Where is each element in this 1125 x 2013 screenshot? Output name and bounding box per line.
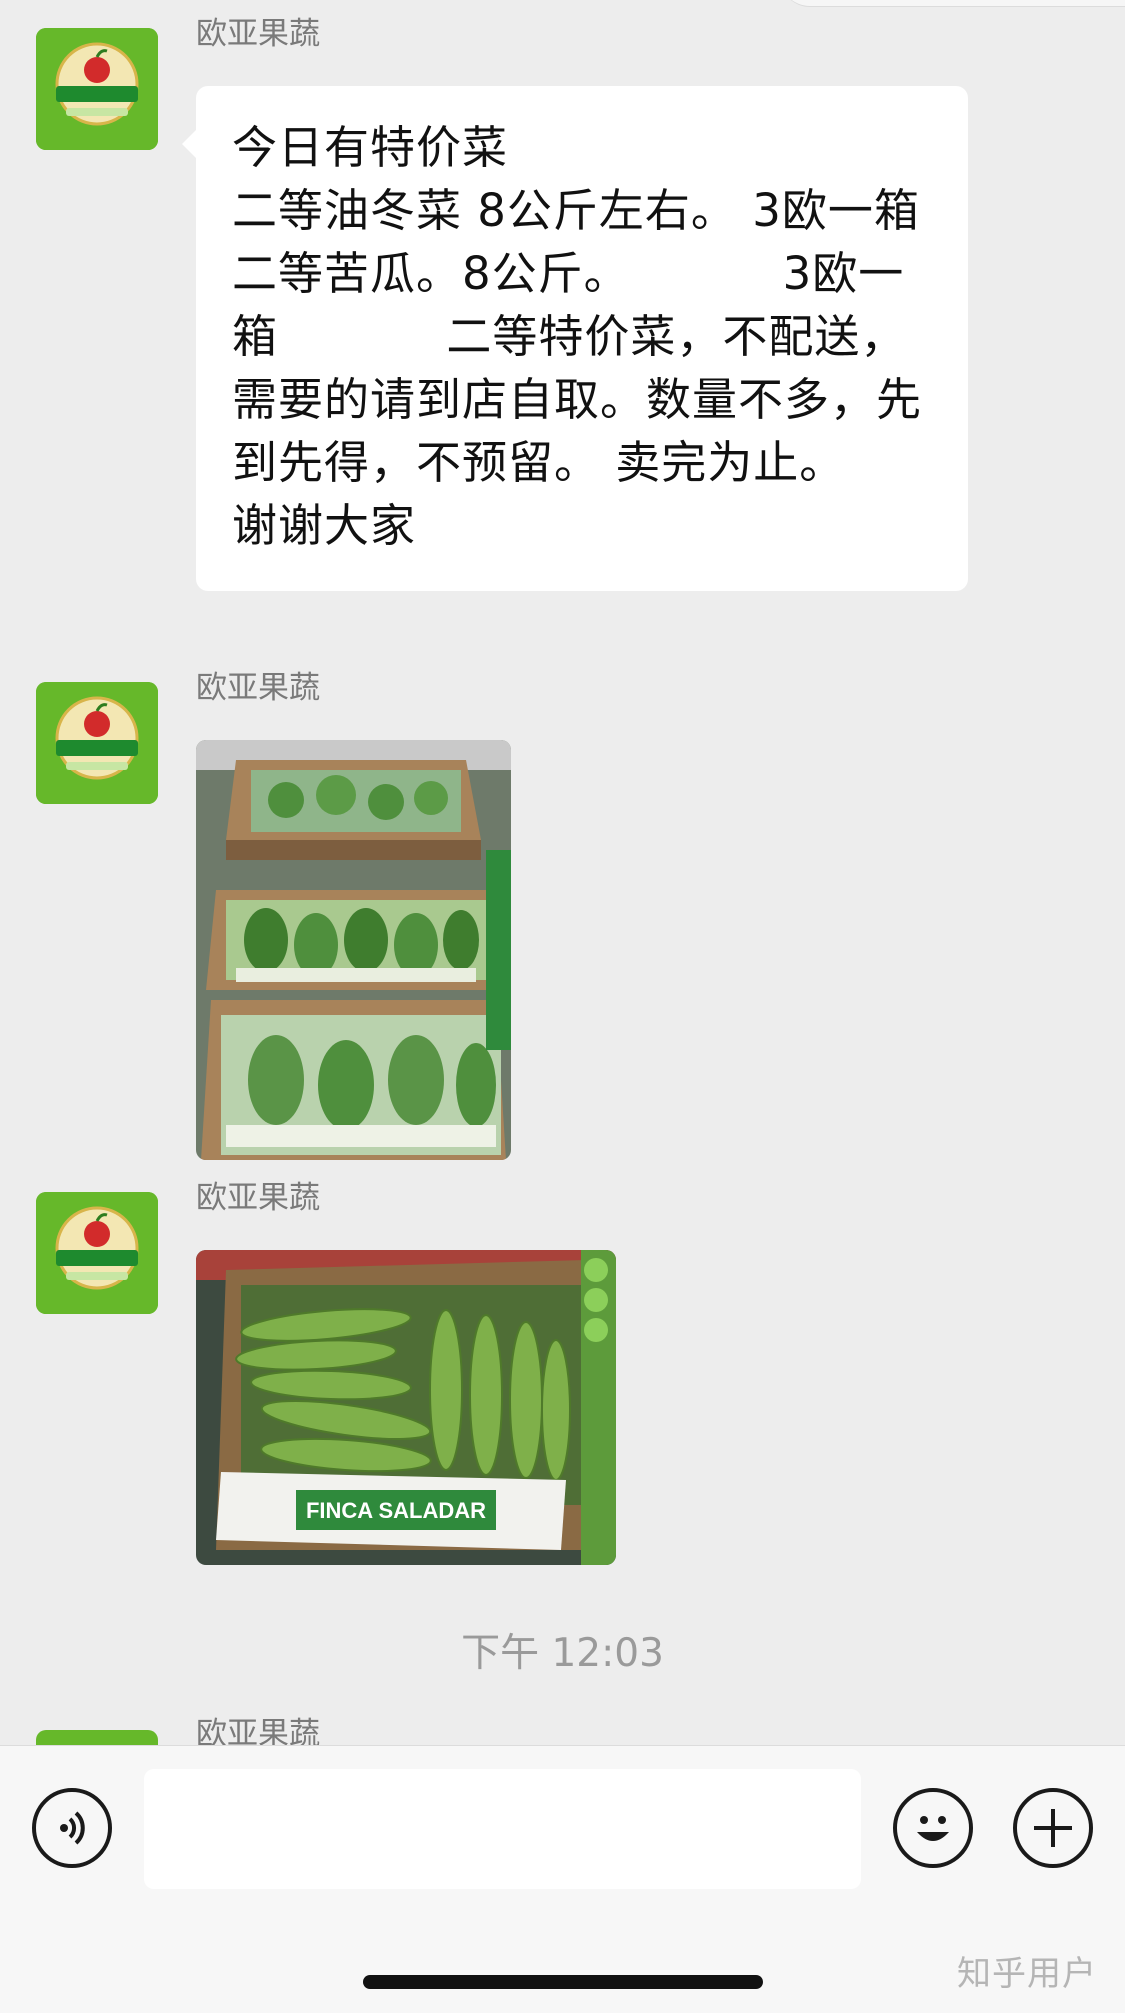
emoji-button[interactable] [893, 1788, 973, 1868]
photo-label: FINCA SALADAR [306, 1498, 486, 1523]
bitter-melon-box-photo[interactable]: FINCA SALADAR [196, 1250, 616, 1565]
chat-area[interactable]: 欧亚果蔬 今日有特价菜 二等油冬菜 8公斤左右。 3欧一箱 二等苦瓜。8公斤。 … [0, 0, 1125, 1745]
home-indicator [363, 1975, 763, 1989]
plus-icon [1034, 1809, 1072, 1847]
watermark: 知乎用户 [957, 1954, 1097, 1994]
bok-choy-crates-photo[interactable] [196, 740, 511, 1160]
message-input[interactable] [144, 1769, 861, 1889]
avatar[interactable] [36, 28, 158, 150]
input-bar: 知乎用户 [0, 1745, 1125, 2013]
emoji-icon [917, 1816, 949, 1841]
top-pill [780, 0, 1125, 7]
sender-name: 欧亚果蔬 [196, 1716, 320, 1745]
sender-name: 欧亚果蔬 [196, 16, 320, 52]
voice-icon [60, 1811, 85, 1845]
message-bubble[interactable]: 今日有特价菜 二等油冬菜 8公斤左右。 3欧一箱 二等苦瓜。8公斤。 3欧一箱 … [182, 86, 968, 591]
shop-logo-icon [36, 28, 158, 150]
plus-button[interactable] [1013, 1788, 1093, 1868]
avatar[interactable] [36, 682, 158, 804]
message-text-content: 今日有特价菜 二等油冬菜 8公斤左右。 3欧一箱 二等苦瓜。8公斤。 3欧一箱 … [232, 121, 923, 552]
shop-logo-icon [36, 682, 158, 804]
shop-logo-icon [36, 1192, 158, 1314]
avatar[interactable] [36, 1192, 158, 1314]
timestamp: 下午 12:03 [461, 1631, 664, 1676]
voice-button[interactable] [32, 1788, 112, 1868]
sender-name: 欧亚果蔬 [196, 670, 320, 706]
sender-name: 欧亚果蔬 [196, 1180, 320, 1216]
avatar[interactable] [36, 1730, 158, 1745]
